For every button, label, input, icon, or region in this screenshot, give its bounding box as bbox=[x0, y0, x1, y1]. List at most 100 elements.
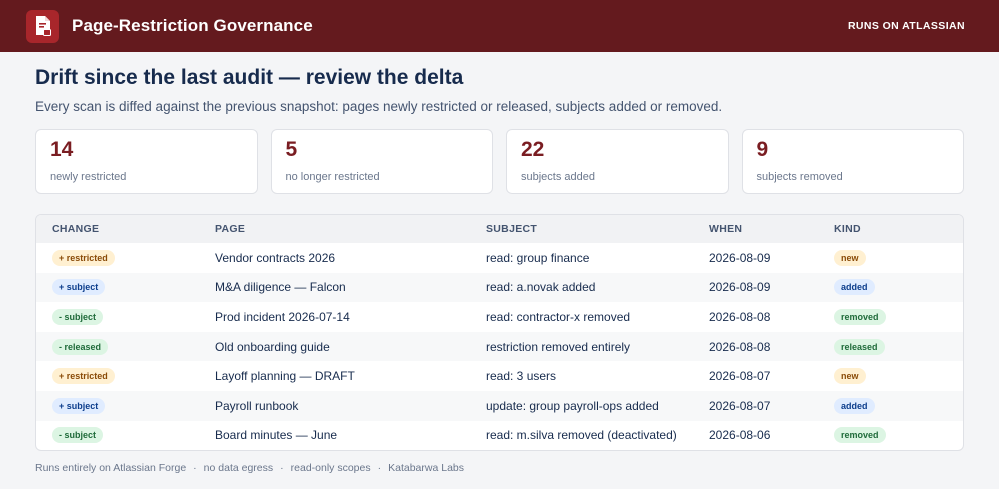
table-cell: read: group finance bbox=[470, 243, 693, 273]
page-link[interactable]: Layoff planning — DRAFT bbox=[215, 369, 355, 383]
stats-row: 14 newly restricted 5 no longer restrict… bbox=[35, 129, 964, 194]
table-row[interactable]: - released Old onboarding guide restrictio… bbox=[36, 331, 963, 362]
table-cell: Board minutes — June bbox=[199, 421, 470, 451]
column-header-subject[interactable]: SUBJECT bbox=[470, 215, 693, 243]
change-badge: + subject bbox=[52, 397, 106, 414]
subject-cell: read: group finance bbox=[486, 250, 590, 265]
kind-badge: new bbox=[834, 249, 866, 266]
table-cell: 2026-08-06 bbox=[693, 421, 818, 451]
subject-cell: restriction removed entirely bbox=[486, 339, 631, 354]
table-cell: + subject bbox=[36, 391, 199, 421]
table-cell: 2026-08-07 bbox=[693, 391, 818, 421]
footer-item: read-only scopes bbox=[290, 462, 371, 475]
table-cell: 2026-08-07 bbox=[693, 361, 818, 391]
table-cell: 2026-08-08 bbox=[693, 302, 818, 332]
footer: Runs entirely on Atlassian Forge · no da… bbox=[35, 462, 964, 474]
table-cell: 2026-08-09 bbox=[693, 243, 818, 273]
page-link[interactable]: Prod incident 2026-07-14 bbox=[215, 310, 350, 324]
table-row[interactable]: - subject Board minutes — June read: m.sil… bbox=[36, 421, 963, 451]
table-cell: update: group payroll-ops added bbox=[470, 391, 693, 421]
stat-newly-restricted: 14 newly restricted bbox=[35, 129, 258, 194]
when-cell: 2026-08-07 bbox=[709, 369, 771, 384]
table-cell: read: contractor-x removed bbox=[470, 302, 693, 332]
subject-cell: update: group payroll-ops added bbox=[486, 398, 659, 413]
stat-value: 22 bbox=[521, 138, 545, 161]
subject-cell: read: a.novak added bbox=[486, 280, 596, 295]
drift-table: CHANGE PAGE SUBJECT WHEN KIND + restrict… bbox=[36, 215, 963, 450]
runs-on-atlassian-label: RUNS ON ATLASSIAN bbox=[847, 20, 965, 32]
page-subtitle: Every scan is diffed against the previou… bbox=[35, 99, 723, 114]
page-title: Drift since the last audit — review the … bbox=[35, 66, 464, 89]
when-cell: 2026-08-06 bbox=[709, 428, 771, 443]
column-header-change[interactable]: CHANGE bbox=[36, 215, 199, 243]
when-cell: 2026-08-08 bbox=[709, 339, 771, 354]
table-cell: Old onboarding guide bbox=[199, 332, 470, 362]
stat-value: 5 bbox=[285, 138, 298, 161]
subject-cell: read: contractor-x removed bbox=[486, 309, 631, 324]
footer-item: no data egress bbox=[203, 462, 274, 475]
change-badge: + subject bbox=[52, 279, 106, 296]
table-cell: 2026-08-08 bbox=[693, 332, 818, 362]
stat-label: subjects added bbox=[521, 171, 595, 183]
app-title: Page-Restriction Governance bbox=[72, 16, 313, 35]
footer-separator: · bbox=[193, 462, 197, 475]
change-badge: - subject bbox=[52, 427, 104, 444]
kind-badge: added bbox=[834, 279, 875, 296]
document-lock-icon bbox=[26, 9, 59, 43]
table-header-row: CHANGE PAGE SUBJECT WHEN KIND bbox=[36, 215, 963, 243]
when-cell: 2026-08-09 bbox=[709, 280, 771, 295]
stat-subjects-removed: 9 subjects removed bbox=[741, 129, 964, 194]
page-link[interactable]: Board minutes — June bbox=[215, 428, 337, 442]
table-cell: new bbox=[818, 243, 963, 273]
footer-separator: · bbox=[280, 462, 284, 475]
table-cell: removed bbox=[818, 302, 963, 332]
table-body: + restricted Vendor contracts 2026 read: g… bbox=[36, 243, 963, 450]
column-header-kind[interactable]: KIND bbox=[818, 215, 963, 243]
table-cell: read: a.novak added bbox=[470, 273, 693, 303]
stat-subjects-added: 22 subjects added bbox=[506, 129, 729, 194]
drift-table-card: CHANGE PAGE SUBJECT WHEN KIND + restrict… bbox=[35, 214, 964, 452]
table-cell: + restricted bbox=[36, 361, 199, 391]
table-cell: added bbox=[818, 391, 963, 421]
table-row[interactable]: + subject M&A diligence — Falcon read: a.n… bbox=[36, 272, 963, 303]
change-badge: - released bbox=[52, 338, 109, 355]
change-badge: - subject bbox=[52, 308, 104, 325]
kind-badge: removed bbox=[834, 308, 886, 325]
table-row[interactable]: + restricted Vendor contracts 2026 read: g… bbox=[36, 243, 963, 273]
table-cell: restriction removed entirely bbox=[470, 332, 693, 362]
table-cell: added bbox=[818, 273, 963, 303]
app-header: Page-Restriction Governance RUNS ON ATLA… bbox=[0, 0, 999, 52]
page-link[interactable]: Vendor contracts 2026 bbox=[215, 251, 335, 265]
table-cell: M&A diligence — Falcon bbox=[199, 273, 470, 303]
table-cell: released bbox=[818, 332, 963, 362]
change-badge: + restricted bbox=[52, 249, 115, 266]
table-cell: read: m.silva removed (deactivated) bbox=[470, 421, 693, 451]
change-badge: + restricted bbox=[52, 368, 115, 385]
page-link[interactable]: Payroll runbook bbox=[215, 399, 298, 413]
main-content: Drift since the last audit — review the … bbox=[0, 52, 999, 474]
subject-cell: read: m.silva removed (deactivated) bbox=[486, 428, 677, 443]
page-link[interactable]: M&A diligence — Falcon bbox=[215, 280, 346, 294]
table-cell: removed bbox=[818, 421, 963, 451]
column-header-page[interactable]: PAGE bbox=[199, 215, 470, 243]
table-row[interactable]: - subject Prod incident 2026-07-14 read: c… bbox=[36, 302, 963, 332]
table-cell: Prod incident 2026-07-14 bbox=[199, 302, 470, 332]
stat-value: 9 bbox=[756, 138, 769, 161]
table-cell: Layoff planning — DRAFT bbox=[199, 361, 470, 391]
column-header-when[interactable]: WHEN bbox=[693, 215, 818, 243]
stat-no-longer-restricted: 5 no longer restricted bbox=[270, 129, 493, 194]
table-cell: + subject bbox=[36, 273, 199, 303]
kind-badge: removed bbox=[834, 427, 886, 444]
table-cell: Payroll runbook bbox=[199, 391, 470, 421]
stat-label: newly restricted bbox=[50, 171, 127, 183]
table-row[interactable]: + restricted Layoff planning — DRAFT read:… bbox=[36, 361, 963, 391]
page-link[interactable]: Old onboarding guide bbox=[215, 340, 330, 354]
table-cell: 2026-08-09 bbox=[693, 273, 818, 303]
footer-item: Katabarwa Labs bbox=[388, 462, 464, 475]
table-cell: read: 3 users bbox=[470, 361, 693, 391]
table-cell: new bbox=[818, 361, 963, 391]
when-cell: 2026-08-07 bbox=[709, 398, 771, 413]
footer-separator: · bbox=[377, 462, 382, 475]
table-row[interactable]: + subject Payroll runbook update: group pa… bbox=[36, 390, 963, 421]
kind-badge: released bbox=[834, 338, 885, 355]
